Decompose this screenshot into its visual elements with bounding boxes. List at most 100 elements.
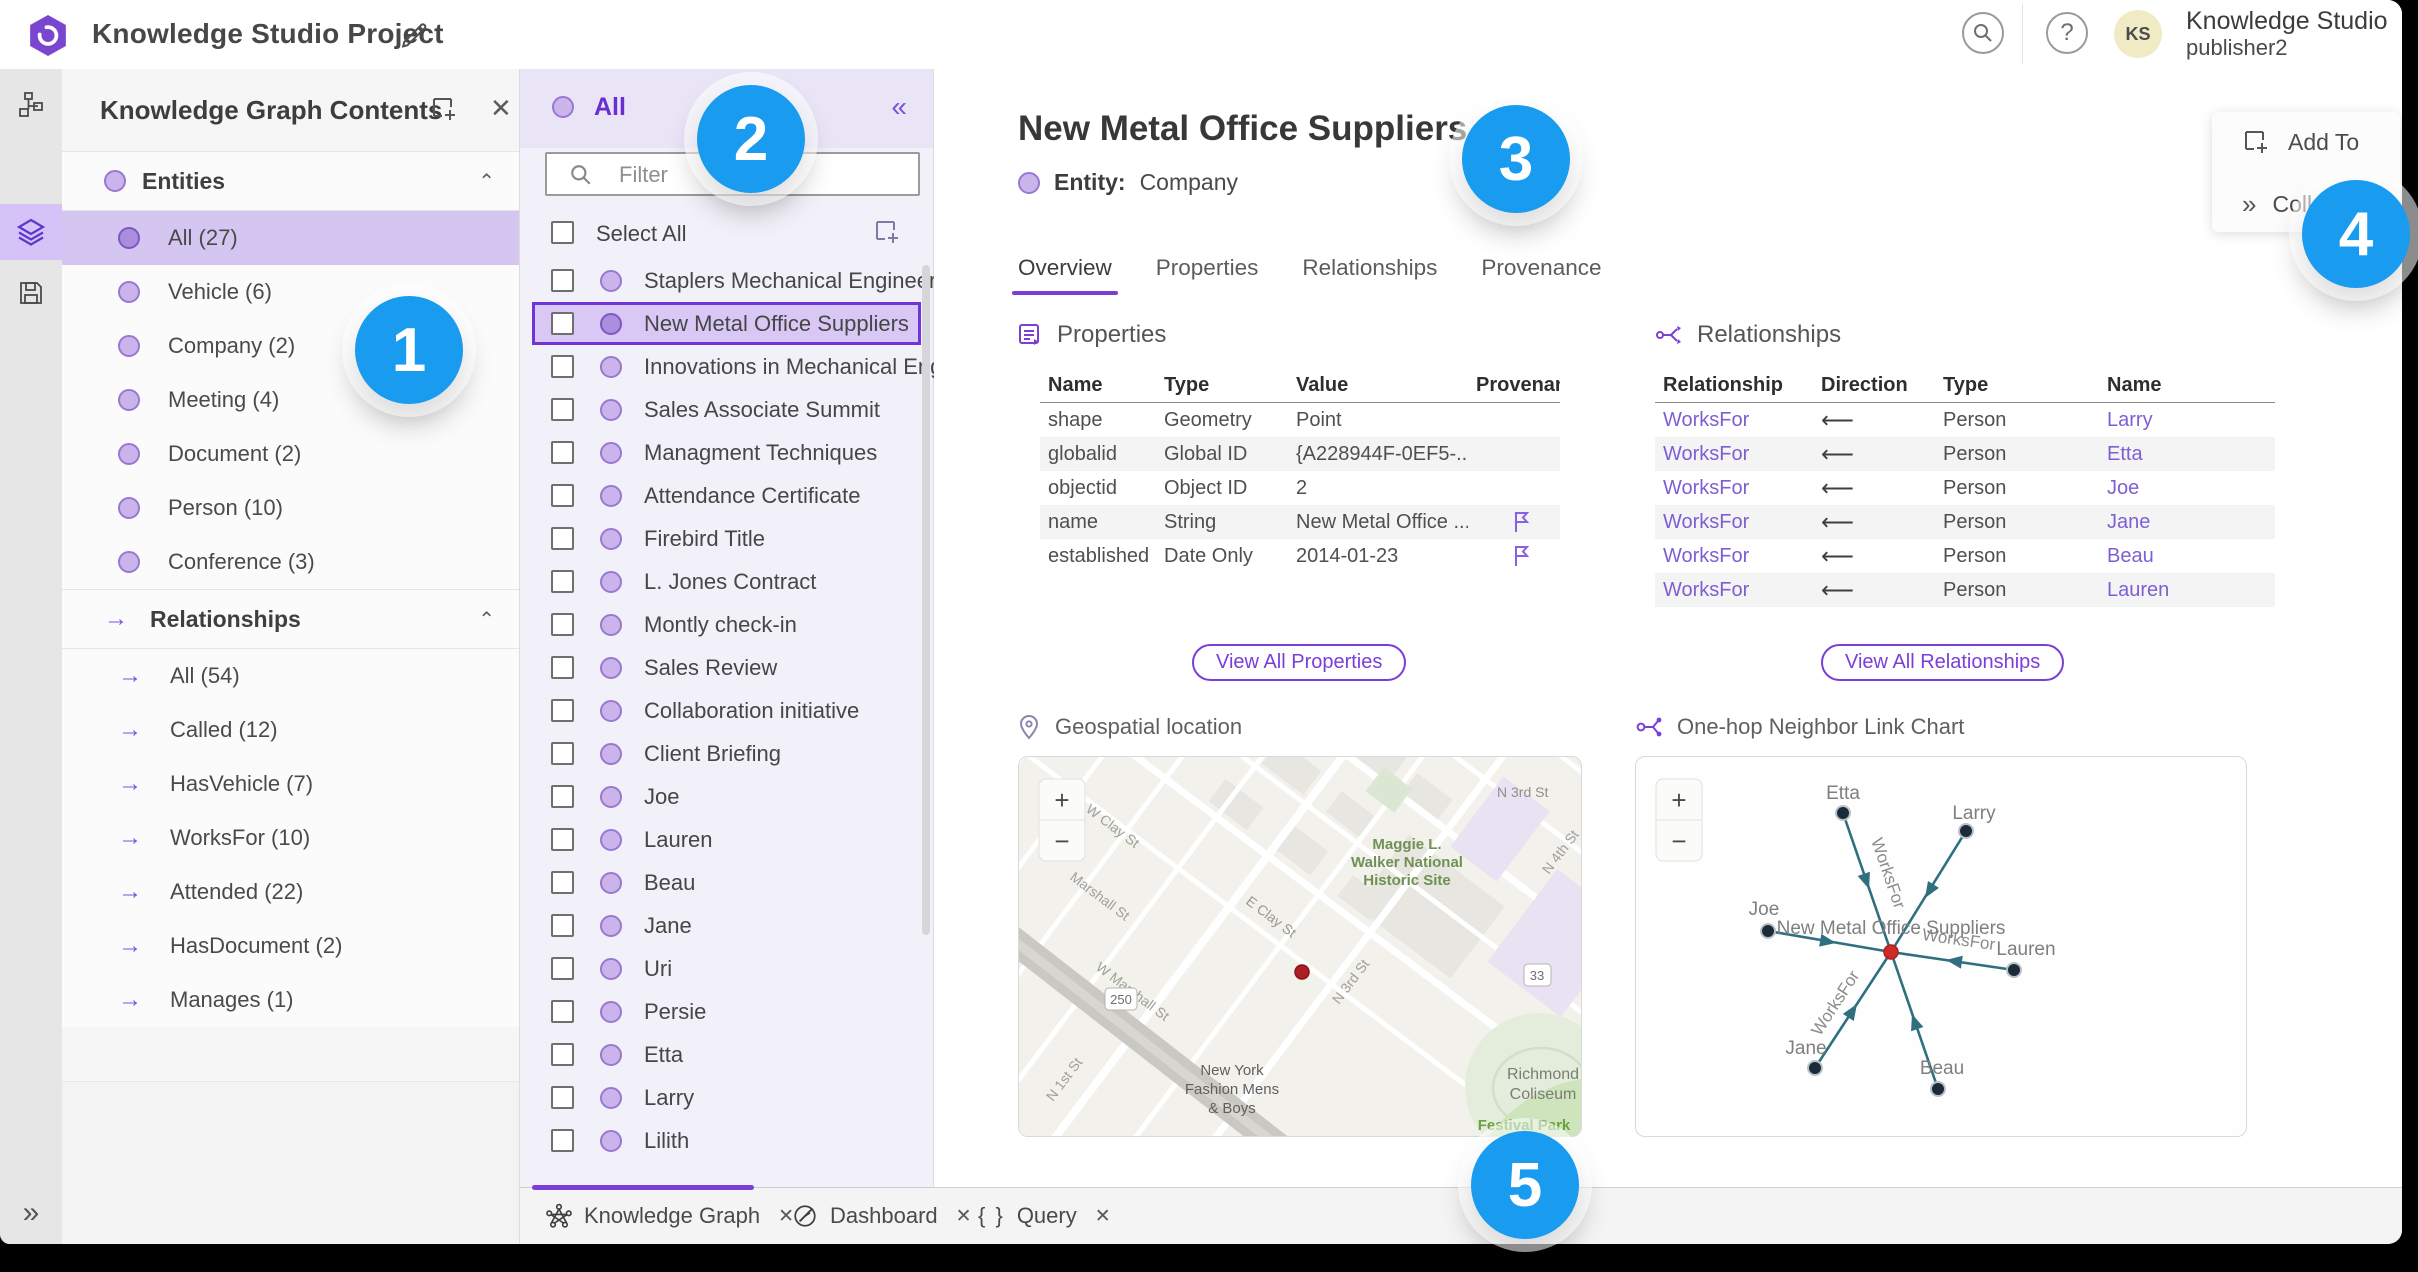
tab-dashboard[interactable]: Dashboard ✕: [792, 1188, 972, 1244]
instance-row[interactable]: Firebird Title: [520, 517, 933, 560]
relationship-link[interactable]: WorksFor: [1655, 443, 1813, 466]
tab-provenance[interactable]: Provenance: [1481, 255, 1601, 295]
collapse-relationships-icon[interactable]: ⌃: [478, 607, 495, 632]
entity-category-item[interactable]: Vehicle (6): [62, 265, 519, 319]
relationship-link[interactable]: WorksFor: [1655, 409, 1813, 432]
instance-row[interactable]: Innovations in Mechanical Engin...: [520, 345, 978, 388]
instance-checkbox[interactable]: [551, 613, 574, 636]
instance-row[interactable]: Attendance Certificate: [520, 474, 933, 517]
geospatial-map[interactable]: W Clay St Marshall St W Marshall St E Cl…: [1018, 756, 1582, 1137]
close-dashboard-tab[interactable]: ✕: [956, 1205, 972, 1228]
search-button[interactable]: [1962, 12, 2004, 54]
instance-row[interactable]: Lauren: [520, 818, 933, 861]
instance-checkbox[interactable]: [551, 1129, 574, 1152]
instance-checkbox[interactable]: [551, 871, 574, 894]
instance-checkbox[interactable]: [551, 1000, 574, 1023]
collapse-entities-icon[interactable]: ⌃: [478, 169, 495, 194]
related-name-link[interactable]: Etta: [2099, 443, 2275, 466]
relationship-link[interactable]: WorksFor: [1655, 579, 1813, 602]
instance-row[interactable]: Sales Review: [520, 646, 933, 689]
instance-checkbox[interactable]: [551, 441, 574, 464]
instance-checkbox[interactable]: [551, 785, 574, 808]
instance-checkbox[interactable]: [551, 828, 574, 851]
tab-relationships[interactable]: Relationships: [1302, 255, 1437, 295]
app-logo-icon[interactable]: [27, 14, 69, 61]
relationship-category-item[interactable]: → Called (12): [62, 703, 519, 757]
instance-checkbox[interactable]: [551, 742, 574, 765]
one-hop-link-chart[interactable]: WorksFor WorksFor WorksFor Etta Larry Jo…: [1635, 756, 2247, 1137]
view-all-properties-button[interactable]: View All Properties: [1192, 644, 1407, 681]
related-name-link[interactable]: Jane: [2099, 511, 2275, 534]
data-model-rail-button[interactable]: [0, 77, 62, 133]
entity-category-item[interactable]: Person (10): [62, 481, 519, 535]
tab-query[interactable]: { } Query ✕: [978, 1188, 1111, 1244]
instance-row[interactable]: Larry: [520, 1076, 933, 1119]
tab-knowledge-graph[interactable]: Knowledge Graph ✕: [546, 1188, 794, 1244]
close-query-tab[interactable]: ✕: [1095, 1205, 1111, 1228]
instance-row[interactable]: Lilith: [520, 1119, 933, 1162]
relationship-category-item[interactable]: → HasDocument (2): [62, 919, 519, 973]
relationship-category-item[interactable]: → WorksFor (10): [62, 811, 519, 865]
relationship-category-item[interactable]: → HasVehicle (7): [62, 757, 519, 811]
instance-row[interactable]: Persie: [520, 990, 933, 1033]
instance-checkbox[interactable]: [551, 1086, 574, 1109]
edit-title-icon[interactable]: [398, 18, 428, 53]
collapse-list-panel-icon[interactable]: «: [891, 91, 907, 123]
instance-row[interactable]: New Metal Office Suppliers: [532, 302, 921, 345]
tab-overview[interactable]: Overview: [1012, 255, 1118, 295]
relationship-link[interactable]: WorksFor: [1655, 477, 1813, 500]
add-layer-button[interactable]: [430, 95, 458, 128]
related-name-link[interactable]: Larry: [2099, 409, 2275, 432]
instance-checkbox[interactable]: [551, 355, 574, 378]
add-to-button[interactable]: Add To: [2212, 120, 2400, 164]
instance-checkbox[interactable]: [551, 484, 574, 507]
instance-checkbox[interactable]: [551, 312, 574, 335]
user-info[interactable]: Knowledge Studio publisher2: [2186, 7, 2388, 60]
entity-category-item[interactable]: All (27): [62, 211, 519, 265]
relationship-link[interactable]: WorksFor: [1655, 511, 1813, 534]
provenance-flag-icon[interactable]: [1512, 510, 1532, 534]
instance-row[interactable]: Sales Associate Summit: [520, 388, 933, 431]
provenance-flag-icon[interactable]: [1512, 544, 1532, 568]
instance-row[interactable]: Beau: [520, 861, 933, 904]
relationships-section-header[interactable]: → Relationships ⌃: [62, 589, 519, 649]
relationship-link[interactable]: WorksFor: [1655, 545, 1813, 568]
save-rail-button[interactable]: [0, 265, 62, 321]
relationship-category-item[interactable]: → All (54): [62, 649, 519, 703]
instance-checkbox[interactable]: [551, 957, 574, 980]
relationship-category-item[interactable]: → Attended (22): [62, 865, 519, 919]
entities-section-header[interactable]: Entities ⌃: [62, 151, 519, 211]
related-name-link[interactable]: Joe: [2099, 477, 2275, 500]
view-all-relationships-button[interactable]: View All Relationships: [1821, 644, 2065, 681]
instance-row[interactable]: Montly check-in: [520, 603, 933, 646]
instance-checkbox[interactable]: [551, 656, 574, 679]
instance-row[interactable]: Jane: [520, 904, 933, 947]
instance-row[interactable]: L. Jones Contract: [520, 560, 933, 603]
close-panel-icon[interactable]: ✕: [490, 93, 512, 124]
instance-checkbox[interactable]: [551, 914, 574, 937]
instance-checkbox[interactable]: [551, 699, 574, 722]
select-all-checkbox[interactable]: [551, 221, 574, 244]
instance-row[interactable]: Client Briefing: [520, 732, 933, 775]
instance-checkbox[interactable]: [551, 1043, 574, 1066]
avatar[interactable]: KS: [2114, 10, 2162, 58]
instance-checkbox[interactable]: [551, 527, 574, 550]
related-name-link[interactable]: Lauren: [2099, 579, 2275, 602]
related-name-link[interactable]: Beau: [2099, 545, 2275, 568]
instance-row[interactable]: Collaboration initiative: [520, 689, 933, 732]
instance-row[interactable]: Uri: [520, 947, 933, 990]
instance-checkbox[interactable]: [551, 269, 574, 292]
instance-checkbox[interactable]: [551, 570, 574, 593]
instance-row[interactable]: Managment Techniques: [520, 431, 933, 474]
instance-row[interactable]: Joe: [520, 775, 933, 818]
help-button[interactable]: ?: [2046, 12, 2088, 54]
expand-rail-button[interactable]: »: [0, 1196, 62, 1230]
list-scrollbar[interactable]: [922, 265, 930, 935]
tab-properties[interactable]: Properties: [1156, 255, 1259, 295]
entity-category-item[interactable]: Document (2): [62, 427, 519, 481]
add-selection-button[interactable]: [873, 218, 901, 251]
instance-row[interactable]: Etta: [520, 1033, 933, 1076]
relationship-category-item[interactable]: → Manages (1): [62, 973, 519, 1027]
entity-category-item[interactable]: Conference (3): [62, 535, 519, 589]
instance-checkbox[interactable]: [551, 398, 574, 421]
